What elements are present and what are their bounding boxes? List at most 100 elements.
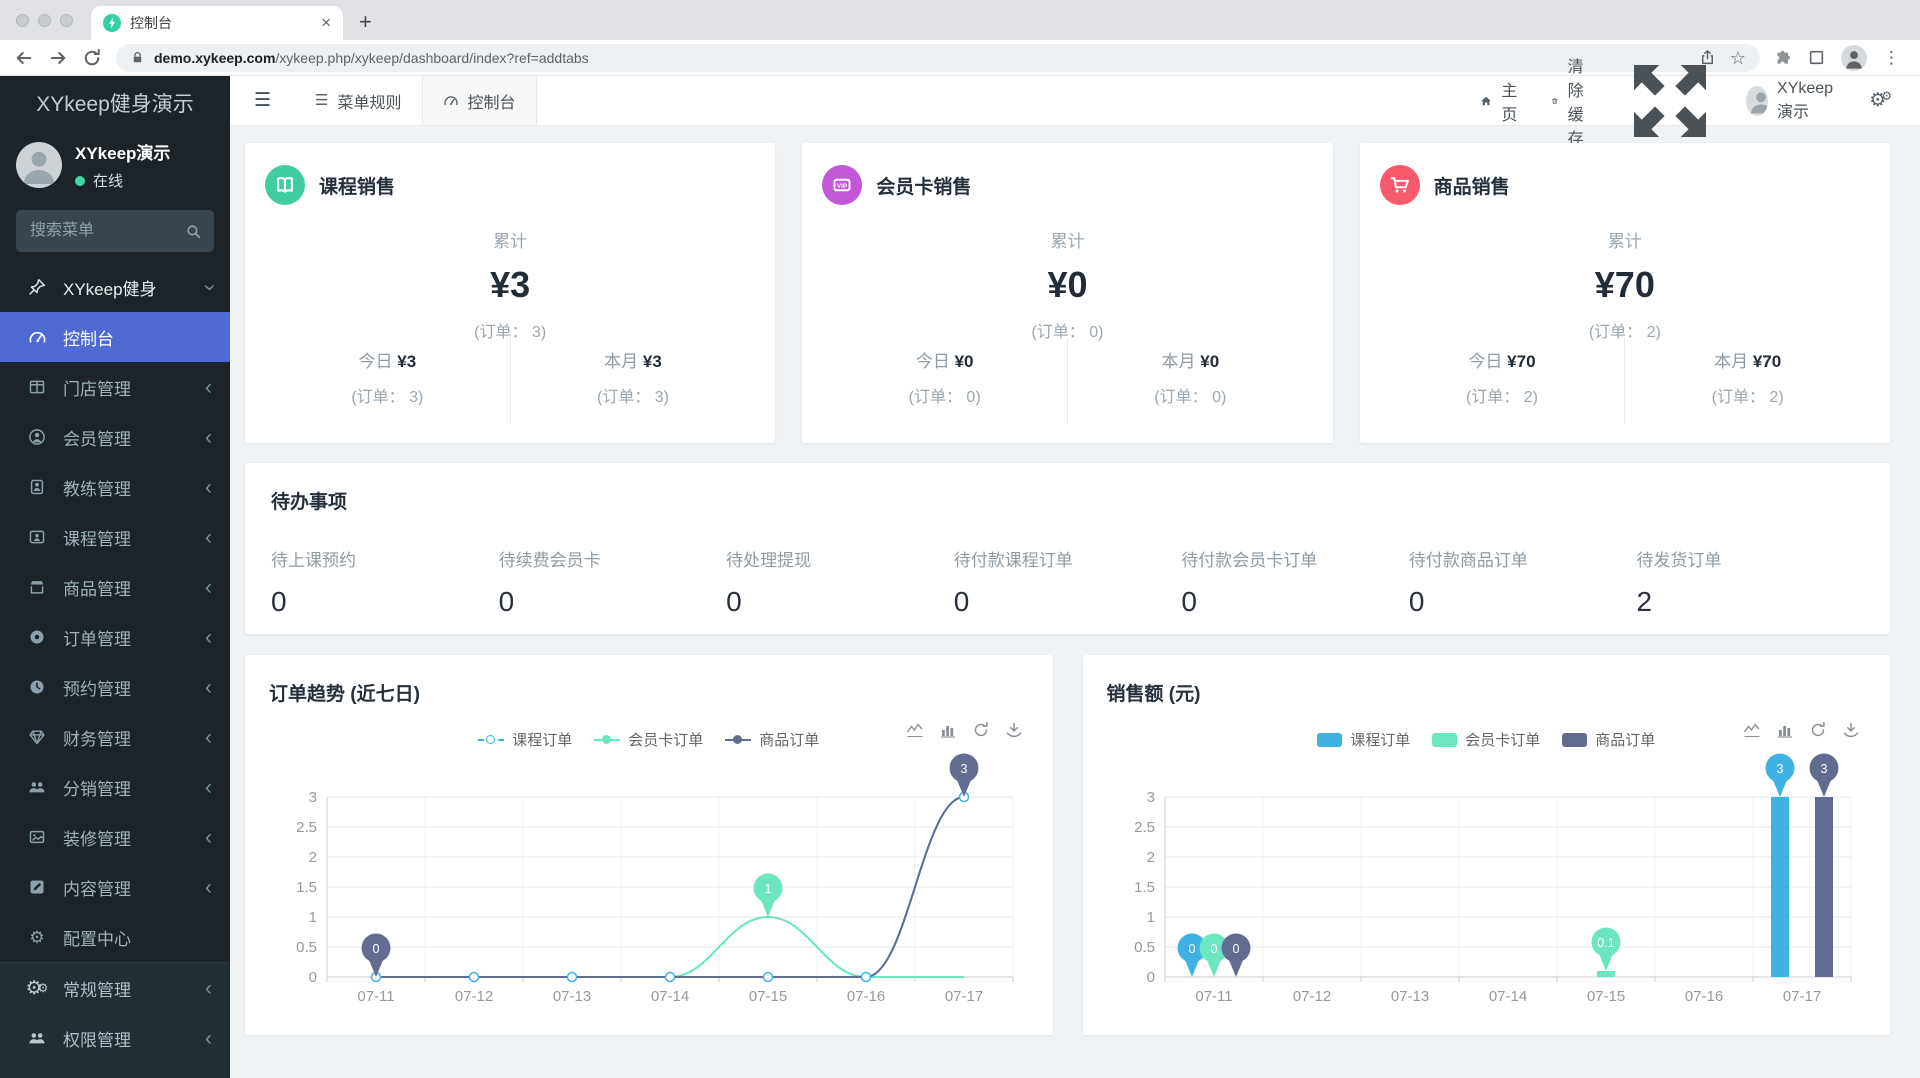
card-title: 会员卡销售 (876, 176, 972, 198)
total-label: 累计 (1607, 232, 1642, 251)
svg-text:2: 2 (1146, 849, 1154, 866)
todo-panel: 待办事项 待上课预约 0 待续费会员卡 0 待处理提现 0 待付款课程订单 0 待付款会… (245, 463, 1890, 634)
chevron-left-icon: ‹ (205, 775, 212, 799)
window-close-button[interactable] (16, 13, 29, 27)
bar-chart-plot[interactable]: 0 0.5 1 1.5 2 2.5 3 07-11 07-12 07-13 07-14 07-15 07… (1107, 697, 1865, 1027)
chevron-left-icon: ‹ (205, 525, 212, 549)
month-stats: 本月 ¥70 (订单： 2) (1711, 352, 1784, 406)
search-icon[interactable] (185, 223, 202, 240)
sidebar-item-orders[interactable]: 订单管理 ‹ (0, 612, 230, 662)
total-amount: ¥70 (1594, 264, 1655, 305)
month-stats: 本月 ¥0 (订单： 0) (1154, 352, 1227, 406)
todo-item: 待处理提现 0 (726, 551, 812, 617)
reload-button[interactable] (82, 48, 102, 68)
svg-text:0.1: 0.1 (1597, 936, 1614, 950)
svg-text:0: 0 (1146, 969, 1154, 986)
home-icon (1481, 96, 1491, 105)
card-title: 商品销售 (1433, 176, 1510, 198)
chevron-left-icon: ‹ (205, 725, 212, 749)
total-amount: ¥0 (1047, 264, 1088, 305)
stat-cards-row: 课程销售 累计 ¥3 (订单： 3) 今日 ¥3 (订单： 3) 本月 ¥3 (… (245, 143, 1890, 443)
svg-text:07-11: 07-11 (1195, 988, 1232, 1005)
sales-amount-chart: 销售额 (元) 课程订单 会员卡订单 商品订单 0 0.5 1 1.5 2 2.5 3 07-11… (1082, 655, 1890, 1035)
line-chart-plot[interactable]: 0 0.5 1 1.5 2 2.5 3 07-11 07-12 07-13 07-14 07-15 07… (269, 697, 1027, 1027)
lock-icon (133, 52, 142, 63)
svg-text:0: 0 (1210, 942, 1217, 956)
sidebar-item-config[interactable]: ⚙ 配置中心 (0, 912, 230, 962)
svg-text:3: 3 (309, 789, 317, 806)
order-trend-chart: 订单趋势 (近七日) 课程订单 会员卡订单 商品订单 0 0.5 1 1.5 2 2.5 3 07… (245, 655, 1053, 1035)
sidebar-item-general[interactable]: ⚙ ⚙ 常规管理 ‹ (0, 963, 230, 1013)
browser-tab[interactable]: 控制台 × (91, 6, 343, 40)
chevron-left-icon: ‹ (205, 575, 212, 599)
total-label: 累计 (493, 232, 528, 251)
sidebar-item-content[interactable]: 内容管理 ‹ (0, 862, 230, 912)
user-avatar[interactable] (16, 142, 62, 188)
sidebar-item-members[interactable]: 会员管理 ‹ (0, 412, 230, 462)
svg-text:07-13: 07-13 (553, 988, 591, 1005)
tab-menu-rules[interactable]: ☰ 菜单规则 (295, 76, 421, 125)
tab-close-icon[interactable]: × (321, 13, 331, 33)
sidebar: XYkeep健身演示 XYkeep演示 在线 XYkeep健身 ‹ 控制台 (0, 76, 230, 1078)
user-status: 在线 (75, 170, 170, 191)
browser-tab-title: 控制台 (130, 15, 172, 31)
stat-card-product-sales: 商品销售 累计 ¥70 (订单： 2) 今日 ¥70 (订单： 2) 本月 ¥7… (1359, 143, 1890, 443)
todo-item: 待付款会员卡订单 0 (1181, 551, 1318, 617)
sidebar-item-products[interactable]: 商品管理 ‹ (0, 562, 230, 612)
topbar: ☰ ☰ 菜单规则 控制台 主页 清除缓存 XYkeep演示 ⚙⚙ (230, 59, 1920, 148)
hamburger-icon[interactable]: ☰ (230, 76, 295, 125)
window-maximize-button[interactable] (60, 13, 73, 27)
todo-item: 待上课预约 0 (271, 551, 356, 617)
window-minimize-button[interactable] (38, 13, 51, 27)
home-button[interactable]: 主页 (1480, 77, 1523, 125)
tab-dashboard[interactable]: 控制台 (421, 76, 537, 125)
total-amount: ¥3 (490, 264, 531, 305)
forward-button[interactable] (48, 48, 68, 68)
sidebar-item-xykeep[interactable]: XYkeep健身 ‹ (0, 262, 230, 312)
sidebar-secondary-section: ⚙ ⚙ 常规管理 ‹ 权限管理 ‹ (0, 962, 230, 1078)
sidebar-item-decoration[interactable]: 装修管理 ‹ (0, 812, 230, 862)
gauge-icon (26, 327, 48, 347)
stat-card-membership-sales: VIP 会员卡销售 累计 ¥0 (订单： 0) 今日 ¥0 (订单： 0) 本月… (802, 143, 1333, 443)
svg-text:07-12: 07-12 (1292, 988, 1330, 1005)
svg-text:2.5: 2.5 (296, 819, 317, 836)
todo-title: 待办事项 (271, 492, 348, 513)
user-menu[interactable]: XYkeep演示 (1746, 80, 1841, 122)
topbar-avatar (1746, 85, 1769, 116)
today-stats: 今日 ¥70 (订单： 2) (1465, 352, 1538, 406)
cart-icon (1379, 165, 1420, 205)
svg-text:3: 3 (961, 762, 968, 776)
user-panel: XYkeep演示 在线 (0, 130, 230, 200)
charts-row: 订单趋势 (近七日) 课程订单 会员卡订单 商品订单 0 0.5 1 1.5 2 2.5 3 07… (245, 655, 1890, 1035)
settings-gears-icon[interactable]: ⚙⚙ (1869, 89, 1892, 112)
svg-text:07-14: 07-14 (651, 988, 689, 1005)
chevron-left-icon: ‹ (205, 875, 212, 899)
todo-item: 待付款商品订单 0 (1408, 551, 1528, 617)
new-tab-button[interactable]: + (359, 9, 372, 35)
svg-text:0: 0 (373, 942, 380, 956)
svg-text:07-15: 07-15 (749, 988, 787, 1005)
sidebar-item-coaches[interactable]: 教练管理 ‹ (0, 462, 230, 512)
back-button[interactable] (14, 48, 34, 68)
chevron-left-icon: ‹ (205, 425, 212, 449)
sidebar-item-stores[interactable]: 门店管理 ‹ (0, 362, 230, 412)
sidebar-item-bookings[interactable]: 预约管理 ‹ (0, 662, 230, 712)
sidebar-item-distribution[interactable]: 分销管理 ‹ (0, 762, 230, 812)
user-name: XYkeep演示 (75, 144, 171, 163)
sidebar-item-permissions[interactable]: 权限管理 ‹ (0, 1013, 230, 1063)
svg-text:07-14: 07-14 (1488, 988, 1526, 1005)
svg-text:2: 2 (309, 849, 317, 866)
thumbtack-icon (26, 277, 48, 297)
chevron-left-icon: ‹ (205, 1026, 212, 1050)
gears-icon: ⚙ ⚙ (25, 977, 49, 999)
card-title: 课程销售 (319, 176, 396, 198)
favicon (103, 14, 121, 32)
sidebar-item-finance[interactable]: 财务管理 ‹ (0, 712, 230, 762)
sidebar-item-courses[interactable]: 课程管理 ‹ (0, 512, 230, 562)
vip-card-icon: VIP (822, 165, 863, 205)
chevron-left-icon: ‹ (205, 475, 212, 499)
browser-tab-strip: 控制台 × + (0, 0, 1920, 40)
svg-text:1: 1 (765, 882, 772, 896)
sidebar-item-dashboard[interactable]: 控制台 (0, 312, 230, 362)
users-icon (26, 1028, 48, 1048)
